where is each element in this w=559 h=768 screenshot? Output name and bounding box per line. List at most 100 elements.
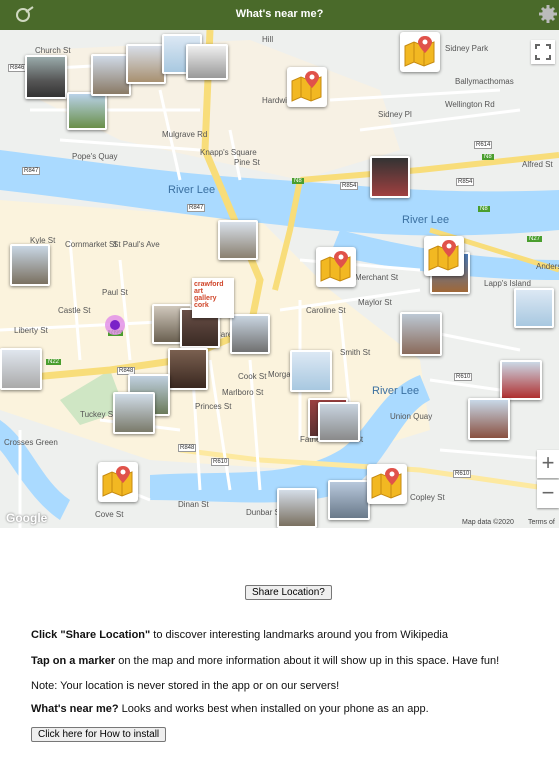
fullscreen-button[interactable] [531,40,555,64]
river-label: River Lee [402,214,450,226]
landmark-photo-marker[interactable] [318,402,360,442]
street-label: Merchant St [355,273,399,282]
instruction-text: to discover interesting landmarks around… [150,629,448,641]
privacy-note: Note: Your location is never stored in t… [31,680,340,692]
map-pin-marker[interactable] [316,247,356,287]
street-label: Copley St [410,493,445,502]
landmark-photo-marker[interactable] [500,360,542,400]
street-label: Crosses Green [4,438,58,447]
instruction-bold: Click "Share Location" [31,629,151,641]
landmark-photo-marker[interactable] [468,398,510,440]
road-shield: R848 [178,444,197,452]
national-road-shield: N8 [482,154,494,160]
street-label: Sidney Park [445,44,489,53]
street-label: Dinan St [178,500,209,509]
road-shield: R610 [454,373,473,381]
national-road-shield: N22 [46,359,62,365]
current-location-icon [105,315,125,335]
landmark-map-marker[interactable] [514,288,554,328]
road-shield: R847 [22,167,41,175]
app-header: What's near me? [0,0,559,30]
street-label: Tuckey St [80,410,116,419]
terms-link[interactable]: Terms of [528,519,555,526]
street-label: Anderson's Quay [536,262,559,271]
road-shield: R846 [8,64,27,72]
landmark-photo-marker[interactable] [10,244,50,286]
gear-icon[interactable] [539,5,557,23]
install-hint-text: Looks and works best when installed on y… [118,703,429,715]
national-road-shield: N27 [527,236,543,242]
national-road-shield: N8 [292,178,304,184]
landmark-photo-marker[interactable] [0,348,42,390]
street-label: Maylor St [358,298,392,307]
street-label: Cornmarket St [65,240,117,249]
river-label: River Lee [168,184,216,196]
landmark-photo-marker[interactable] [67,92,107,130]
instruction-bold: Tap on a marker [31,655,116,667]
map-pin-marker[interactable] [424,236,464,276]
map-pin-marker[interactable] [98,462,138,502]
landmark-photo-marker[interactable] [25,55,67,99]
street-label: Marlboro St [222,388,264,397]
street-label: Knapp's Square [200,148,257,157]
street-label: Liberty St [14,326,48,335]
road-shield: R610 [453,470,472,478]
share-location-button[interactable]: Share Location? [245,585,332,600]
crawford-text: art [194,288,203,295]
landmark-photo-marker[interactable] [113,392,155,434]
map-pin-marker[interactable] [367,464,407,504]
landmark-photo-marker[interactable] [370,156,410,198]
landmark-map-marker[interactable] [290,350,332,392]
instruction-line-2: Tap on a marker on the map and more info… [31,655,499,667]
folded-map-icon [428,240,459,271]
street-label: Castle St [58,306,91,315]
street-label: Princes St [195,402,232,411]
national-road-shield: N8 [478,206,490,212]
road-shield: R854 [456,178,475,186]
landmark-photo-marker[interactable] [230,314,270,354]
fullscreen-icon [535,44,551,60]
landmark-photo-marker[interactable] [218,220,258,260]
google-logo: Google [6,511,48,525]
street-label: Cove St [95,510,124,519]
street-label: Church St [35,46,71,55]
landmark-photo-marker[interactable] [400,312,442,356]
street-label: Alfred St [522,160,553,169]
app-name: What's near me? [31,703,119,715]
street-label: Union Quay [390,412,433,421]
road-shield: R614 [474,141,493,149]
street-label: Pine St [234,158,260,167]
crawford-text: gallery [194,295,217,302]
map-view[interactable]: Church St Sidney Park Ballymacthomas Hil… [0,30,559,528]
how-to-install-button[interactable]: Click here for How to install [31,727,167,742]
landmark-photo-marker[interactable] [328,480,370,520]
landmark-photo-marker[interactable] [126,44,166,84]
street-label: Caroline St [306,306,346,315]
street-label: Hill [262,35,274,44]
road-shield: R610 [211,458,230,466]
street-label: Lapp's Island [484,279,531,288]
map-pin-marker[interactable] [400,32,440,72]
zoom-in-button[interactable]: + [537,450,559,478]
landmark-photo-marker[interactable] [168,348,208,390]
landmark-photo-marker[interactable] [277,488,317,528]
instruction-text: on the map and more information about it… [115,655,500,667]
street-label: Mulgrave Rd [162,130,208,139]
street-label: Paul St [102,288,128,297]
folded-map-icon [102,466,133,497]
folded-map-icon [404,36,435,67]
landmark-photo-marker[interactable] [186,44,228,80]
landmark-photo-marker[interactable] [91,54,131,96]
crawford-text: cork [194,302,209,309]
instruction-line-1: Click "Share Location" to discover inter… [31,629,448,641]
page-title: What's near me? [235,8,324,20]
crawford-art-gallery-marker[interactable]: crawford art gallery cork [192,278,234,318]
map-attribution: Map data ©2020 [462,519,514,526]
zoom-out-button[interactable]: − [537,480,559,508]
street-label: Smith St [340,348,371,357]
map-pin-marker[interactable] [287,67,327,107]
road-shield: R847 [187,204,206,212]
street-label: Pope's Quay [72,152,118,161]
folded-map-icon [320,251,351,282]
street-label: St Paul's Ave [113,240,160,249]
